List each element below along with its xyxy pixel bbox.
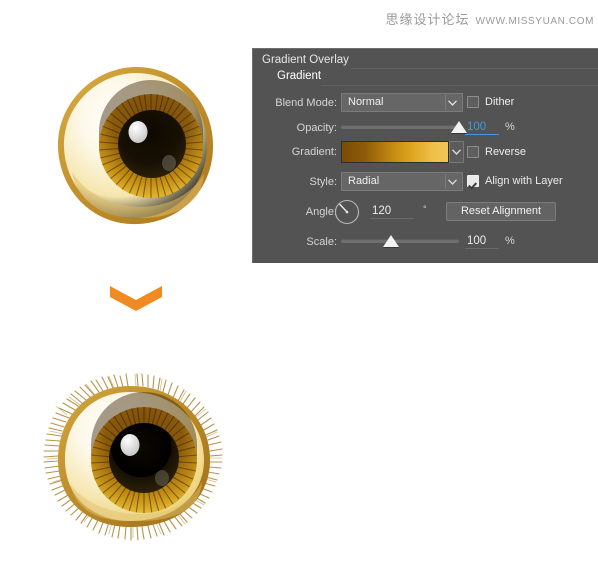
chevron-down-arrow-icon (108, 284, 164, 314)
scale-input[interactable]: 100 (465, 234, 499, 249)
dither-checkbox-box[interactable] (467, 96, 479, 108)
angle-dial-icon[interactable] (334, 199, 360, 225)
dither-checkbox[interactable]: Dither (467, 96, 514, 108)
reverse-checkbox-box[interactable] (467, 146, 479, 158)
gradient-label: Gradient: (291, 146, 337, 158)
eye-secondary-glint (162, 155, 176, 171)
opacity-slider[interactable] (341, 118, 467, 136)
eye-bottom-svg (43, 373, 223, 541)
angle-unit: ° (423, 204, 427, 214)
eye-pupil (118, 110, 186, 178)
blend-mode-select[interactable]: Normal (341, 93, 463, 112)
gradient-row: Gradient: Reverse (253, 141, 598, 163)
gradient-swatch-fill (342, 142, 448, 162)
style-select[interactable]: Radial (341, 172, 463, 191)
eye-highlight (120, 434, 140, 456)
gradient-picker-chevron-down-icon[interactable] (449, 141, 464, 163)
watermark: 思缘设计论坛 WWW.MISSYUAN.COM (386, 9, 595, 28)
scale-slider[interactable] (341, 232, 459, 250)
gradient-overlay-panel: Gradient Overlay Gradient Blend Mode: No… (252, 48, 598, 263)
scale-slider-track[interactable] (341, 239, 459, 243)
eye-secondary-glint (155, 470, 169, 486)
watermark-chinese-text: 思缘设计论坛 (385, 12, 470, 27)
style-row: Style: Radial Align with Layer (253, 171, 598, 193)
panel-subtitle: Gradient (277, 70, 322, 82)
eye-pupil (109, 423, 179, 493)
chevron-down-icon[interactable] (446, 94, 458, 111)
opacity-slider-track[interactable] (341, 125, 459, 129)
angle-row: Angle: 120 ° Reset Alignment (253, 199, 598, 225)
align-with-layer-checkbox-box[interactable] (467, 175, 479, 187)
blend-mode-label: Blend Mode: (275, 97, 337, 109)
screenshot-stage: 思缘设计论坛 WWW.MISSYUAN.COM Gradient Overlay… (0, 0, 598, 575)
angle-input[interactable]: 120 (370, 204, 414, 219)
watermark-site-url: WWW.MISSYUAN.COM (475, 16, 594, 27)
scale-slider-thumb[interactable] (383, 235, 399, 247)
style-label: Style: (309, 176, 337, 188)
opacity-row: Opacity: 100 % (253, 117, 598, 139)
opacity-label: Opacity: (296, 122, 337, 134)
opacity-unit: % (505, 121, 515, 133)
scale-unit: % (505, 235, 515, 247)
reverse-label: Reverse (485, 146, 526, 158)
blend-mode-row: Blend Mode: Normal Dither (253, 92, 598, 114)
eye-highlight (128, 121, 148, 143)
dither-label: Dither (485, 96, 515, 108)
eye-top-svg (57, 67, 214, 225)
panel-title-divider (351, 68, 598, 69)
chevron-down-icon[interactable] (446, 173, 458, 190)
scale-row: Scale: 100 % (253, 231, 598, 253)
eye-illustration-without-fur (52, 62, 220, 230)
align-with-layer-label: Align with Layer (485, 175, 563, 187)
align-with-layer-checkbox[interactable]: Align with Layer (467, 175, 563, 187)
scale-label: Scale: (306, 236, 337, 248)
angle-label: Angle: (305, 206, 337, 218)
reset-alignment-button[interactable]: Reset Alignment (446, 202, 556, 221)
blend-mode-value: Normal (348, 96, 384, 108)
panel-subtitle-divider (321, 85, 598, 86)
eye-illustration-with-fur (32, 372, 228, 548)
reverse-checkbox[interactable]: Reverse (467, 146, 526, 158)
panel-title: Gradient Overlay (262, 54, 349, 66)
gradient-swatch[interactable] (341, 141, 449, 163)
style-value: Radial (348, 175, 380, 187)
opacity-input[interactable]: 100 (465, 120, 499, 135)
